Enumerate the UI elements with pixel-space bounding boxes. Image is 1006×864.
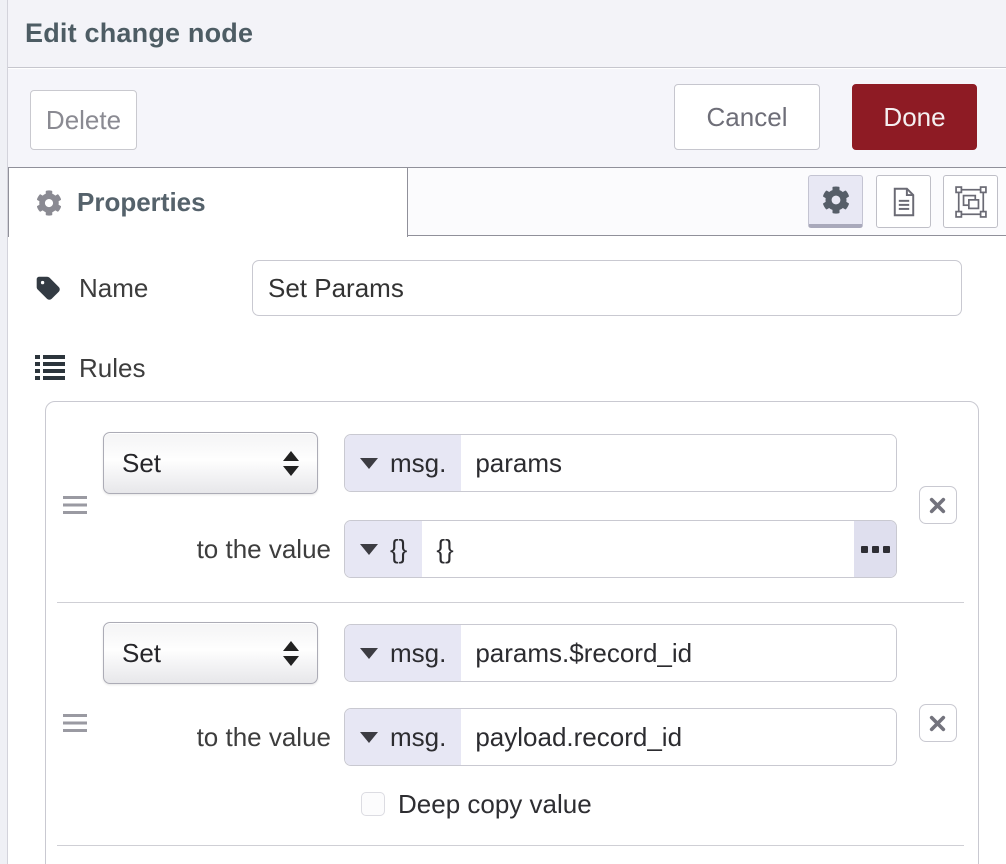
rule-target-typed-input: msg. [344,434,897,492]
done-button[interactable]: Done [852,84,977,150]
value-type-button[interactable]: {} [345,521,422,577]
rules-container: Set msg. to the value [45,401,979,864]
rule-row-1: Set msg. to the value [46,402,978,602]
tag-icon [35,275,62,302]
edit-change-node-dialog: Edit change node Delete Cancel Done Prop… [0,0,1006,864]
select-arrows-icon [283,451,299,476]
rule-row-2: Set msg. to the value [46,603,978,845]
rule-target-typed-input: msg. [344,624,897,682]
tab-properties[interactable]: Properties [8,167,408,237]
remove-rule-button[interactable] [919,486,957,524]
appearance-icon [955,186,987,218]
deep-copy-label: Deep copy value [398,789,592,820]
name-label: Name [35,273,252,304]
x-icon [929,715,946,732]
drag-handle-icon [63,712,87,734]
remove-rule-button[interactable] [919,704,957,742]
name-row: Name [35,260,962,316]
target-type-button[interactable]: msg. [345,625,461,681]
rule-value-typed-input: msg. [344,708,897,766]
select-arrows-icon [283,641,299,666]
target-type-label: msg. [390,638,446,669]
rule-action-select[interactable]: Set [103,622,318,684]
value-type-label: msg. [390,722,446,753]
target-property-input[interactable] [461,625,896,681]
gear-icon [822,186,850,214]
drag-handle[interactable] [46,712,103,734]
rule-action-select[interactable]: Set [103,432,318,494]
tray-resize-handle[interactable] [0,0,8,864]
dialog-header: Edit change node [8,0,1006,68]
caret-down-icon [360,544,378,555]
gear-icon [36,190,62,216]
properties-panel-button[interactable] [808,175,863,228]
rules-label-text: Rules [79,353,145,384]
description-panel-button[interactable] [876,175,931,228]
caret-down-icon [360,458,378,469]
ellipsis-icon [861,546,868,553]
list-icon [35,354,65,382]
to-the-value-label: to the value [103,534,331,565]
editor-tab-bar: Properties [8,167,1006,236]
value-input[interactable] [461,709,896,765]
name-input[interactable] [252,260,962,316]
rule-action-value: Set [122,448,161,479]
drag-handle-icon [63,494,87,516]
rule-value-typed-input: {} [344,520,897,578]
x-icon [929,497,946,514]
deep-copy-checkbox[interactable] [361,792,385,816]
target-property-input[interactable] [461,435,896,491]
to-the-value-label: to the value [103,722,331,753]
rule-divider [57,845,964,846]
target-type-label: msg. [390,448,446,479]
value-input[interactable] [422,521,854,577]
appearance-panel-button[interactable] [943,175,998,228]
target-type-button[interactable]: msg. [345,435,461,491]
drag-handle[interactable] [46,494,103,516]
caret-down-icon [360,732,378,743]
rules-label: Rules [35,352,1006,384]
ellipsis-icon [872,546,879,553]
properties-panel: Name Rules [8,236,1006,864]
ellipsis-icon [883,546,890,553]
delete-button[interactable]: Delete [30,90,137,150]
name-label-text: Name [79,273,148,304]
cancel-button[interactable]: Cancel [674,84,820,150]
deep-copy-row: Deep copy value [361,784,897,824]
expand-editor-button[interactable] [854,521,896,577]
dialog-action-bar: Delete Cancel Done [8,69,1006,167]
dialog-title: Edit change node [25,18,253,49]
doc-icon [890,187,918,217]
value-type-button[interactable]: msg. [345,709,461,765]
rule-action-value: Set [122,638,161,669]
caret-down-icon [360,648,378,659]
tab-properties-label: Properties [77,187,206,218]
value-type-label: {} [390,534,407,565]
